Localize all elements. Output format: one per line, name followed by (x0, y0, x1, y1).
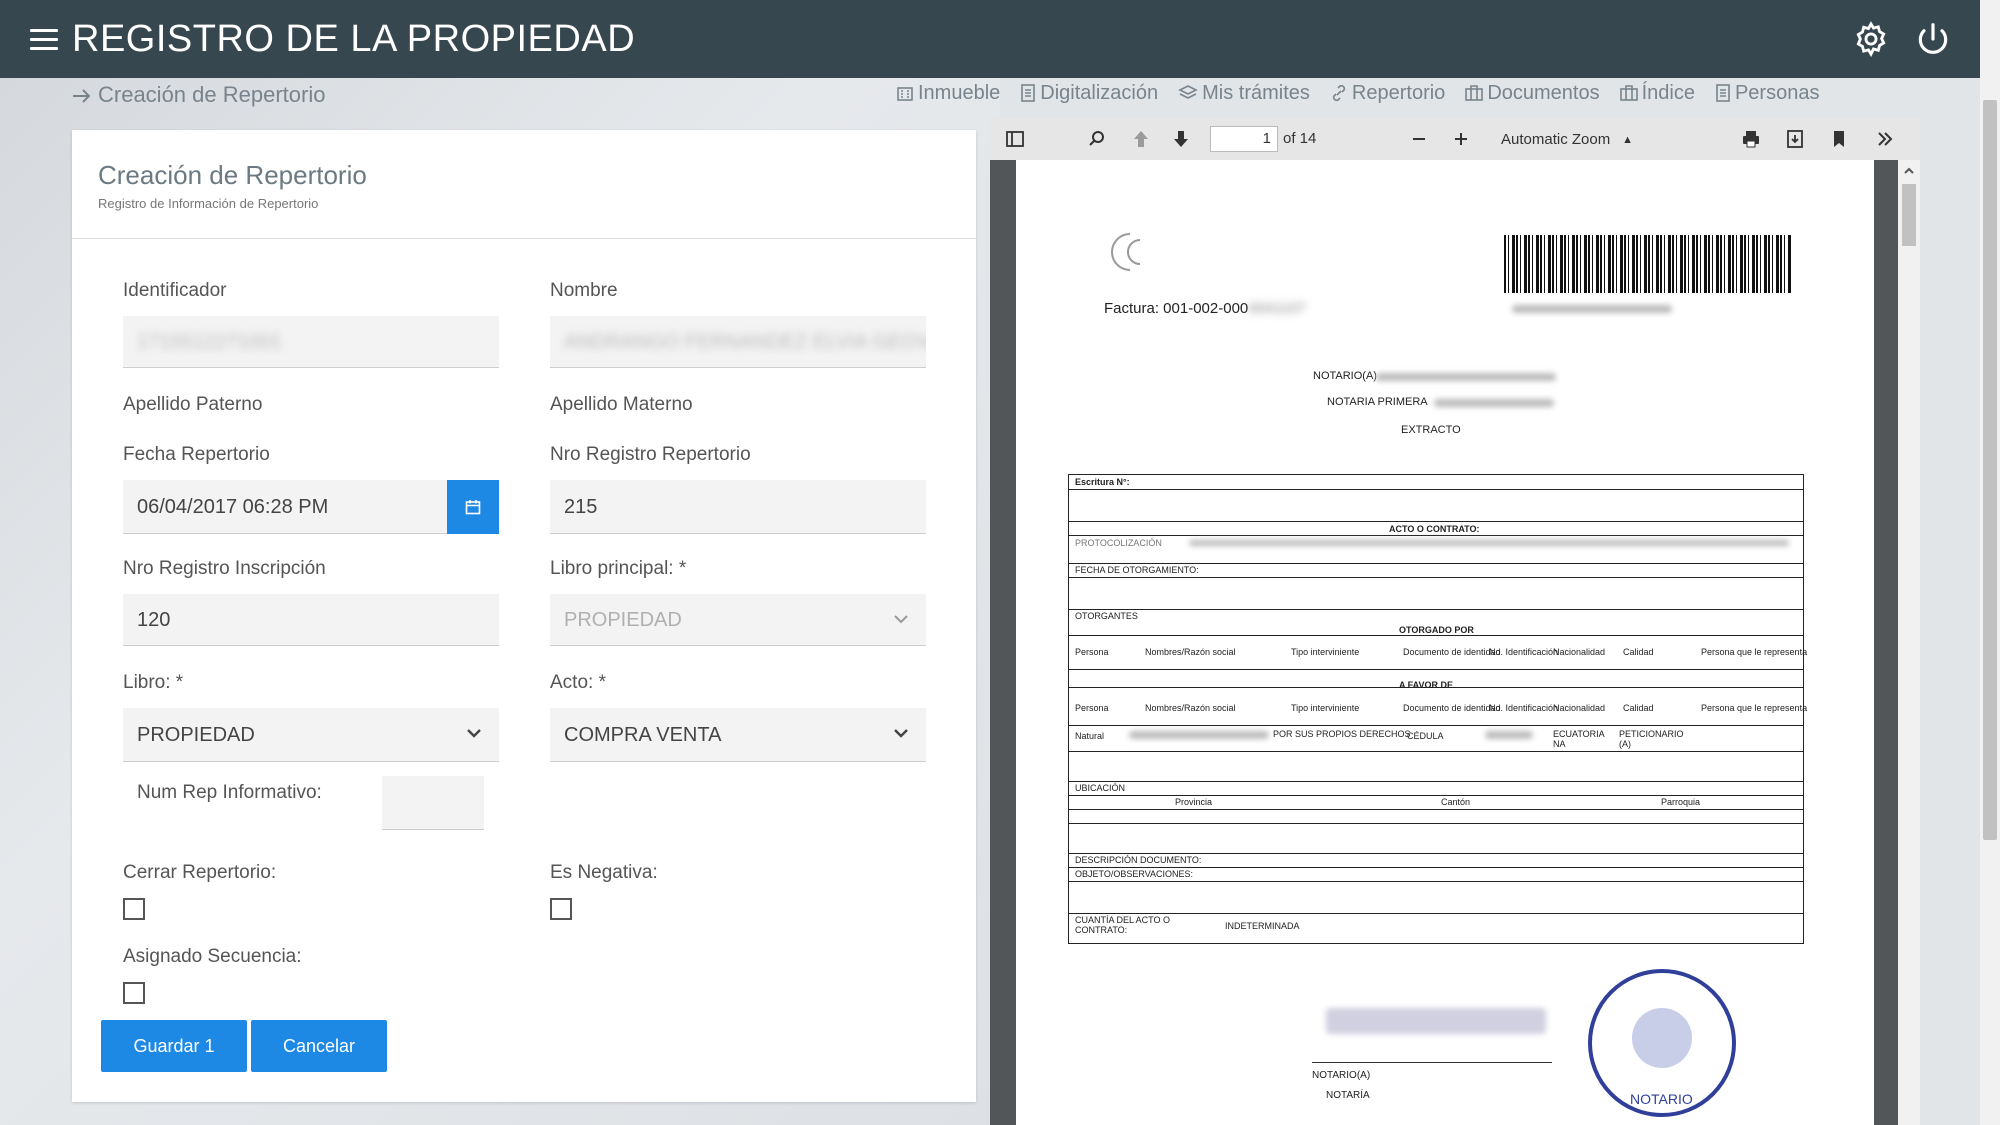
arrow-up-icon[interactable] (1130, 128, 1152, 150)
search-icon[interactable] (1086, 128, 1108, 150)
breadcrumb-text: Creación de Repertorio (98, 82, 326, 107)
num-rep-informativo-label: Num Rep Informativo: (137, 782, 322, 803)
acto-label: Acto: * (550, 672, 606, 693)
nombre-field: ANDRANGO FERNANDEZ ELVIA GEOVANNA (550, 316, 926, 368)
cancel-button[interactable]: Cancelar (251, 1020, 387, 1072)
sidebar-toggle-icon[interactable] (1004, 128, 1026, 150)
signature (1326, 1008, 1546, 1034)
acto-select[interactable]: COMPRA VENTA (550, 708, 926, 762)
libro-select[interactable]: PROPIEDAD (123, 708, 499, 762)
doc-notaria-signature: NOTARÍA (1326, 1090, 1370, 1101)
chevron-down-icon (467, 729, 481, 738)
calendar-icon (465, 500, 481, 515)
stamp: NOTARIO (1588, 969, 1736, 1117)
zoom-select[interactable]: Automatic Zoom ▲ (1492, 126, 1642, 152)
pdf-page: Factura: 001-002-0000041107 NOTARIO(A) N… (1016, 160, 1874, 1125)
card-header: Creación de Repertorio Registro de Infor… (72, 130, 976, 239)
cerrar-repertorio-label: Cerrar Repertorio: (123, 862, 277, 883)
nav-digitalizacion[interactable]: Digitalización (1020, 82, 1158, 105)
zoom-out-icon[interactable] (1408, 128, 1430, 150)
doc-notario: NOTARIO(A) (1313, 370, 1377, 382)
layers-icon (1178, 85, 1198, 99)
asignado-secuencia-label: Asignado Secuencia: (123, 946, 302, 967)
apellido-paterno-label: Apellido Paterno (123, 394, 263, 415)
chevron-down-icon (894, 729, 908, 738)
download-icon[interactable] (1784, 128, 1806, 150)
gear-icon[interactable] (1852, 20, 1890, 58)
top-bar: REGISTRO DE LA PROPIEDAD (0, 0, 1980, 78)
page-count: of 14 (1283, 130, 1317, 147)
date-picker-button[interactable] (447, 480, 499, 534)
chevron-up-icon (1904, 167, 1914, 174)
doc-factura: Factura: 001-002-0000041107 (1104, 300, 1306, 317)
app-title: REGISTRO DE LA PROPIEDAD (72, 18, 636, 60)
pdf-page-area[interactable]: Factura: 001-002-0000041107 NOTARIO(A) N… (990, 160, 1920, 1125)
building-icon (897, 87, 913, 101)
doc-extracto: EXTRACTO (1401, 424, 1461, 436)
hamburger-menu-icon[interactable] (30, 29, 58, 51)
arrow-down-icon[interactable] (1170, 128, 1192, 150)
libro-principal-select: PROPIEDAD (550, 594, 926, 646)
pdf-viewer: 1 of 14 Automatic Zoom ▲ Factura: 001-002… (990, 118, 1920, 1125)
nav-links: Inmueble Digitalización Mis trámites Repert… (896, 82, 1839, 105)
nro-registro-inscripcion-input[interactable]: 120 (123, 594, 499, 646)
page-number-input[interactable]: 1 (1210, 126, 1278, 152)
barcode (1504, 235, 1792, 293)
double-chevron-right-icon[interactable] (1874, 128, 1896, 150)
doc-notario-signature: NOTARIO(A) (1312, 1070, 1371, 1081)
libro-label: Libro: * (123, 672, 184, 693)
repertorio-form-card: Creación de Repertorio Registro de Infor… (72, 130, 976, 1102)
print-icon[interactable] (1740, 128, 1762, 150)
card-title: Creación de Repertorio (98, 160, 367, 190)
nro-registro-repertorio-input[interactable]: 215 (550, 480, 926, 534)
libro-principal-label: Libro principal: * (550, 558, 687, 579)
arrow-right-icon (73, 89, 91, 103)
updown-arrow-icon: ▲ (1622, 134, 1633, 146)
document-icon (1021, 84, 1036, 102)
chevron-down-icon (894, 615, 908, 624)
card-subtitle: Registro de Información de Repertorio (98, 196, 319, 211)
nav-personas[interactable]: Personas (1715, 82, 1819, 105)
barcode-number (1512, 305, 1672, 313)
zoom-in-icon[interactable] (1450, 128, 1472, 150)
document-icon (1716, 84, 1730, 102)
link-icon (1332, 84, 1346, 102)
pdf-toolbar: 1 of 14 Automatic Zoom ▲ (990, 118, 1920, 161)
nav-repertorio[interactable]: Repertorio (1330, 82, 1445, 105)
num-rep-informativo-input[interactable] (382, 776, 484, 830)
briefcase-icon (1619, 85, 1638, 101)
nombre-label: Nombre (550, 280, 618, 301)
breadcrumb: Creación de Repertorio (72, 82, 325, 108)
cerrar-repertorio-checkbox[interactable] (123, 898, 145, 920)
fecha-repertorio-label: Fecha Repertorio (123, 444, 270, 465)
pdf-scrollbar[interactable] (1898, 160, 1920, 1125)
doc-table: Escritura N°: ACTO O CONTRATO: PROTOCOLI… (1068, 474, 1807, 944)
nav-inmueble[interactable]: Inmueble (896, 82, 1000, 105)
nav-mis-tramites[interactable]: Mis trámites (1178, 82, 1310, 105)
es-negativa-checkbox[interactable] (550, 898, 572, 920)
power-icon[interactable] (1914, 20, 1952, 58)
nro-registro-inscripcion-label: Nro Registro Inscripción (123, 558, 326, 579)
bookmark-icon[interactable] (1828, 128, 1850, 150)
page-scrollbar[interactable] (1980, 0, 2000, 1125)
briefcase-icon (1465, 85, 1484, 101)
save-button[interactable]: Guardar 1 (101, 1020, 247, 1072)
apellido-materno-label: Apellido Materno (550, 394, 693, 415)
asignado-secuencia-checkbox[interactable] (123, 982, 145, 1004)
identificador-label: Identificador (123, 280, 227, 301)
notaria-logo (1111, 233, 1141, 271)
es-negativa-label: Es Negativa: (550, 862, 658, 883)
identificador-field: 1715512271001 (123, 316, 499, 368)
svg-text:NOTARIO: NOTARIO (1630, 1091, 1693, 1107)
nav-documentos[interactable]: Documentos (1465, 82, 1600, 105)
nav-indice[interactable]: Índice (1619, 82, 1695, 105)
fecha-repertorio-input[interactable]: 06/04/2017 06:28 PM (123, 480, 447, 534)
nro-registro-repertorio-label: Nro Registro Repertorio (550, 444, 751, 465)
doc-notaria: NOTARIA PRIMERA (1327, 396, 1428, 408)
